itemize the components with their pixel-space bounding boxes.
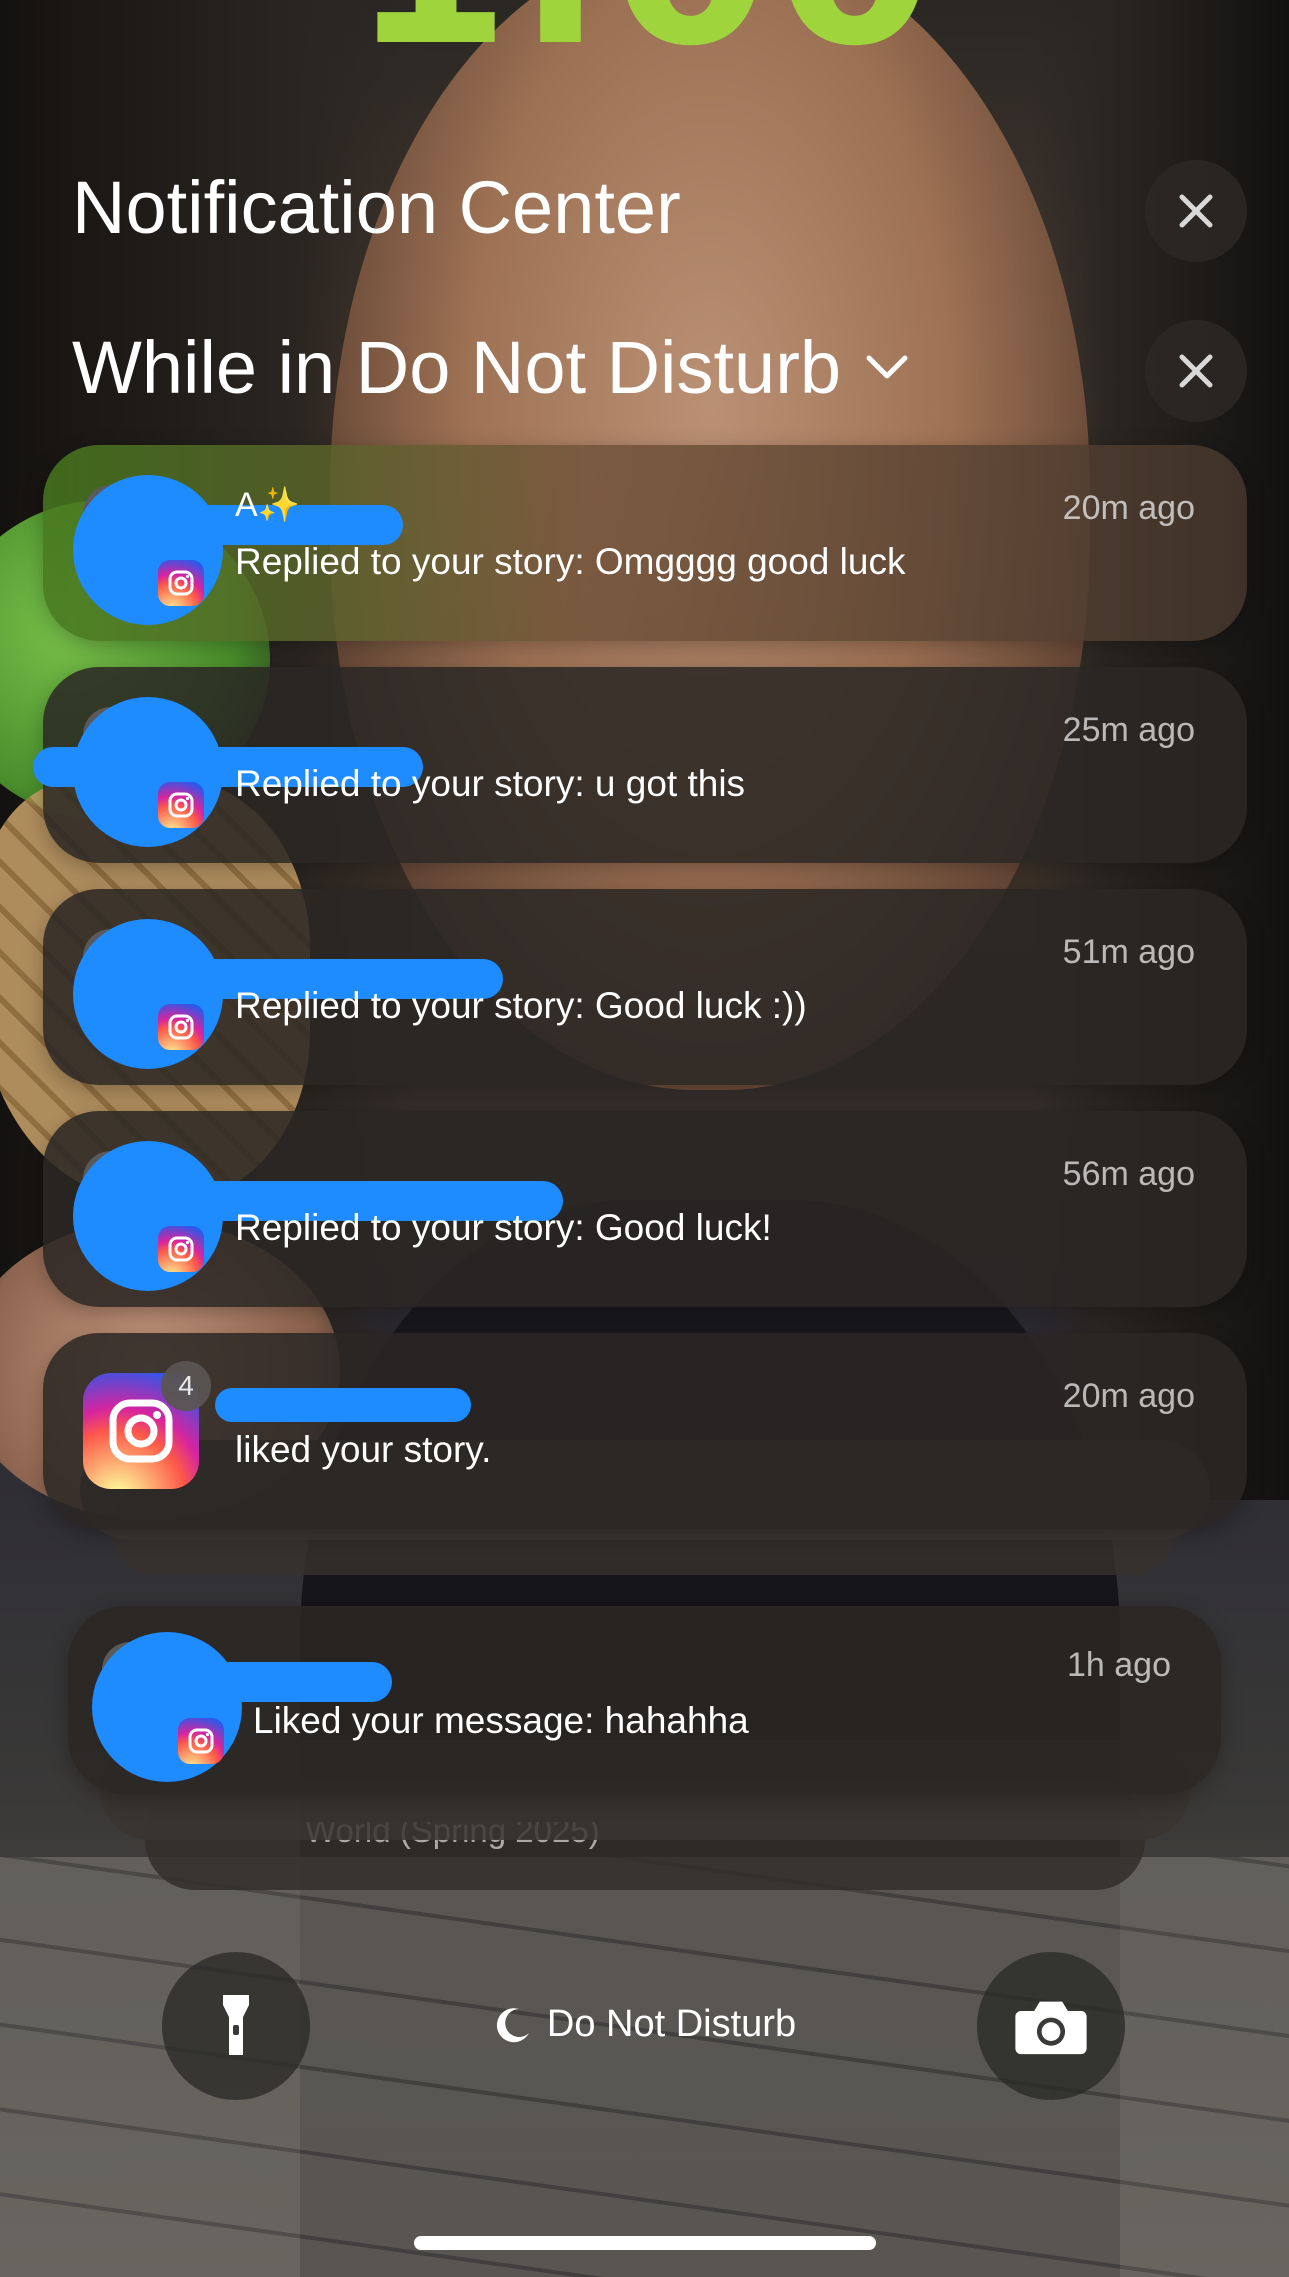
notification-time: 25m ago [1062, 711, 1195, 749]
instagram-icon [158, 1226, 204, 1272]
lock-screen-clock: 1:00 [0, 0, 1289, 97]
notification-group-card[interactable]: 4 liked your story. 20m ago [43, 1333, 1247, 1529]
notification-message: Replied to your story: Good luck! [235, 1207, 772, 1248]
notification-message: Replied to your story: Good luck :)) [235, 985, 807, 1026]
notification-center-title: Notification Center [72, 166, 681, 249]
notification-message: Replied to your story: u got this [235, 763, 746, 804]
notification-time: 51m ago [1062, 933, 1195, 971]
instagram-icon [158, 1004, 204, 1050]
instagram-icon [158, 560, 204, 606]
notification-message: Liked your message: hahahha [253, 1700, 749, 1741]
notification-time: 1h ago [1067, 1646, 1171, 1684]
home-indicator[interactable] [414, 2236, 876, 2250]
redaction-mark [73, 475, 223, 625]
camera-button[interactable] [977, 1952, 1125, 2100]
close-icon [1179, 354, 1213, 388]
notification-card[interactable]: A✨ Replied to your story: Omgggg good lu… [43, 445, 1247, 641]
clear-dnd-section-button[interactable] [1145, 320, 1247, 422]
notification-card[interactable]: Replied to your story: Good luck! 56m ag… [43, 1111, 1247, 1307]
chevron-down-icon [866, 355, 908, 378]
instagram-icon [178, 1718, 224, 1764]
clear-notification-center-button[interactable] [1145, 160, 1247, 262]
notification-card[interactable]: Replied to your story: Good luck :)) 51m… [43, 889, 1247, 1085]
notification-time: 20m ago [1062, 489, 1195, 527]
notification-card[interactable]: Replied to your story: u got this 25m ag… [33, 667, 1247, 863]
notification-message: liked your story. [235, 1429, 492, 1470]
redaction-mark [215, 1388, 471, 1422]
notification-card[interactable]: Liked your message: hahahha 1h ago [68, 1606, 1221, 1794]
notification-time: 56m ago [1062, 1155, 1195, 1193]
dnd-section-title: While in Do Not Disturb [72, 326, 842, 409]
dnd-section-header[interactable]: While in Do Not Disturb [72, 325, 911, 410]
moon-icon [496, 2007, 529, 2042]
notification-time: 20m ago [1062, 1377, 1195, 1415]
notification-message: Replied to your story: Omgggg good luck [235, 541, 906, 582]
notification-sender: A✨ [235, 486, 301, 524]
instagram-icon [158, 782, 204, 828]
group-count-badge: 4 [161, 1361, 211, 1411]
focus-mode-label: Do Not Disturb [546, 2003, 797, 2045]
close-icon [1179, 194, 1213, 228]
redaction-mark [132, 1662, 392, 1702]
camera-icon [1015, 2001, 1087, 2055]
